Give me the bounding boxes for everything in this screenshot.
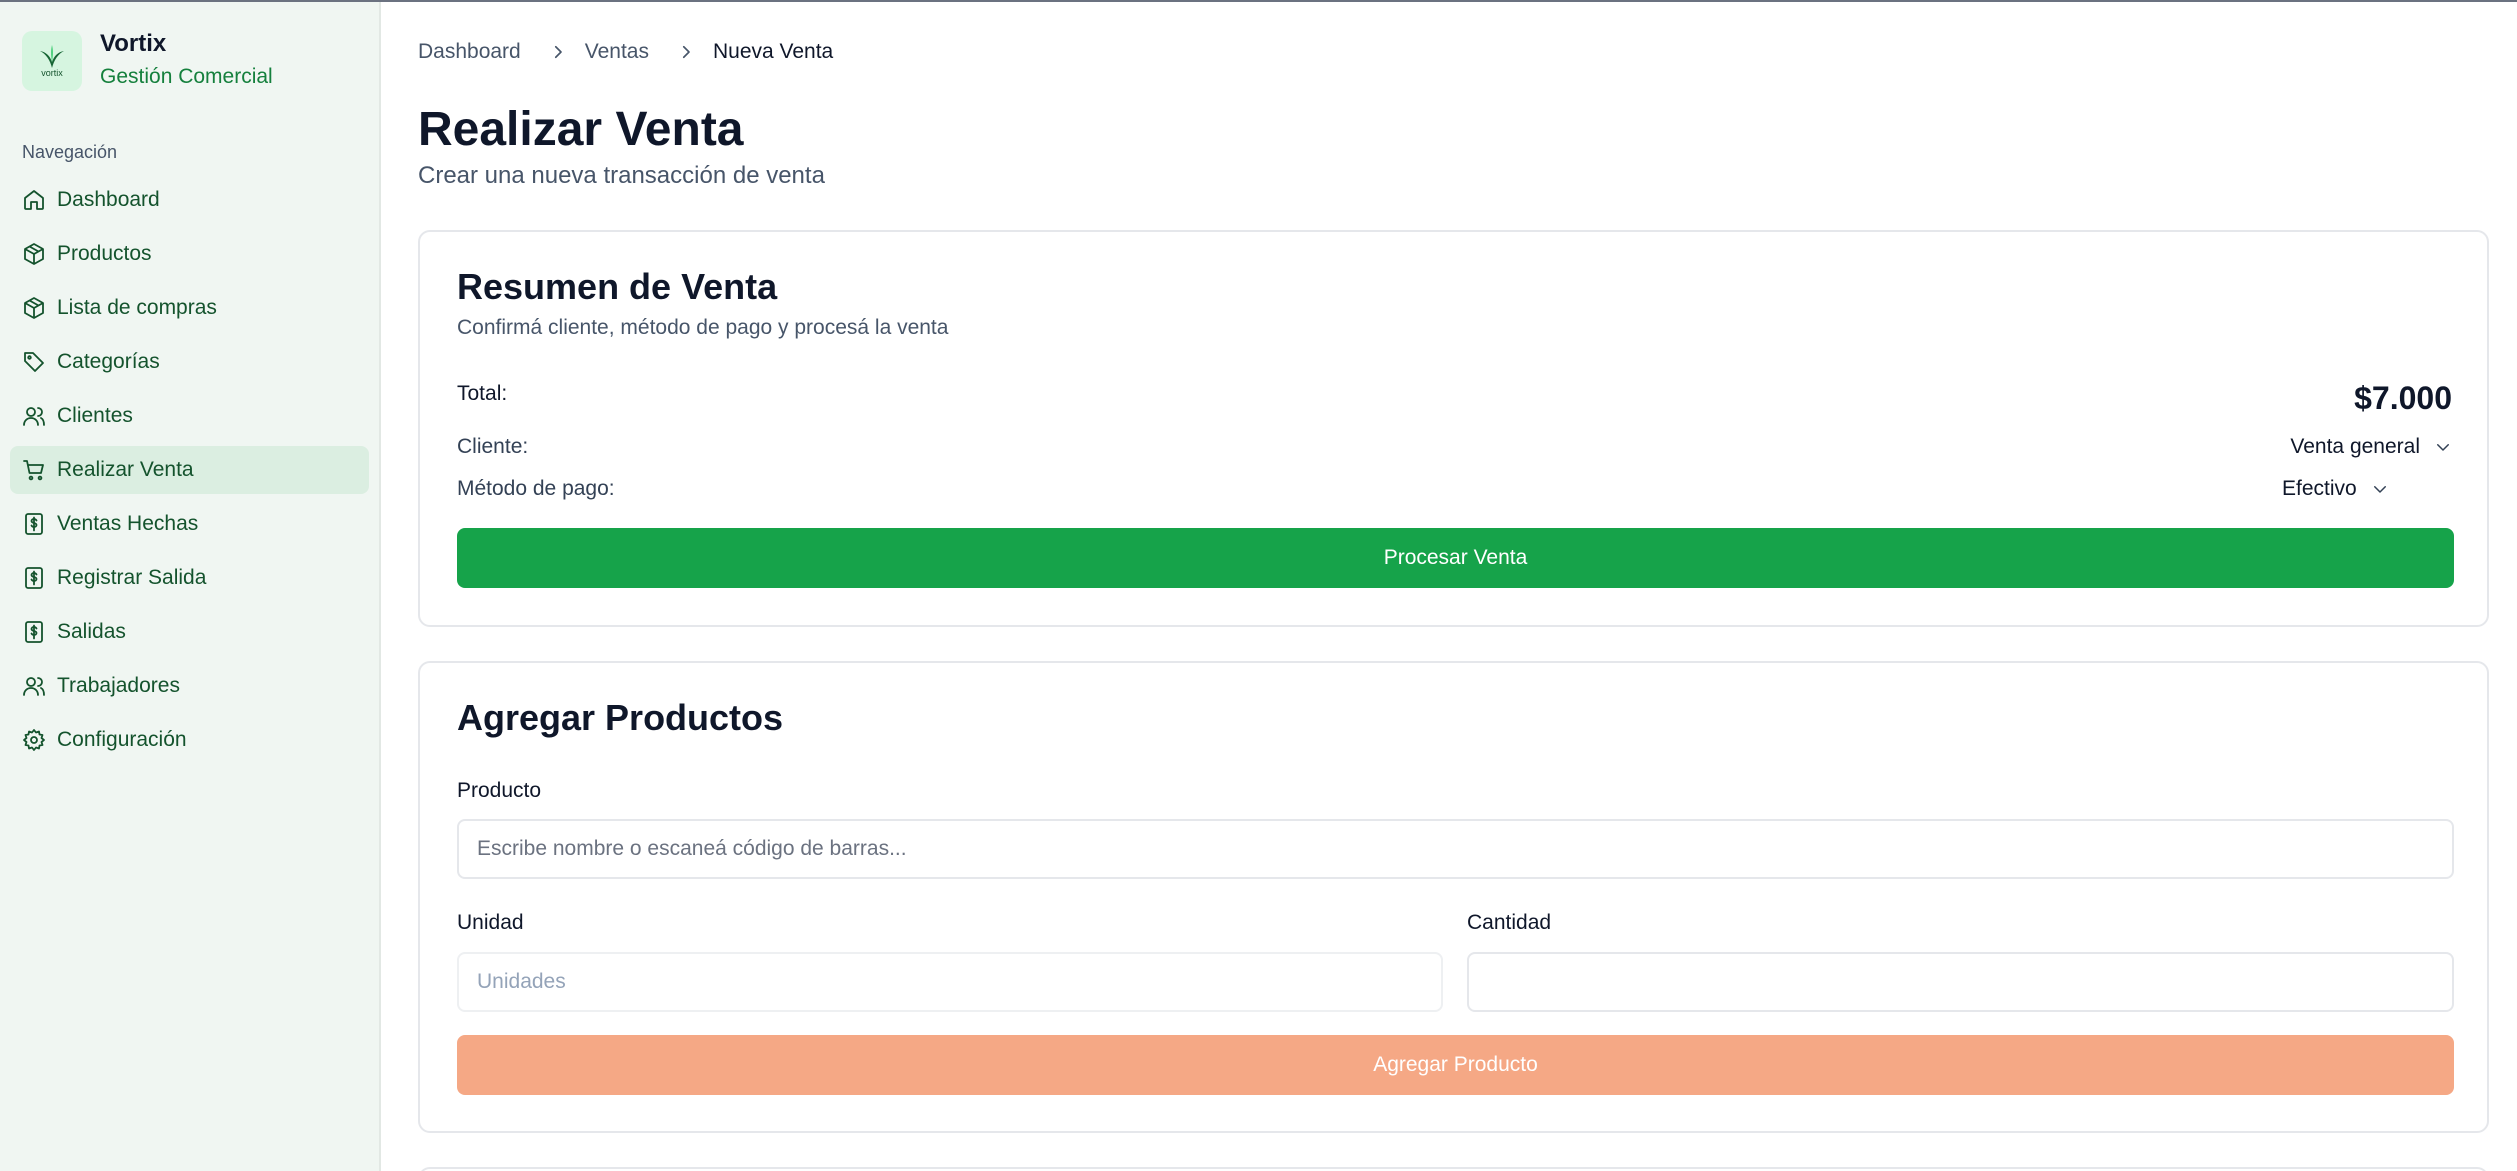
sidebar-item-label: Registrar Salida	[57, 566, 207, 589]
sidebar-item-trabajadores[interactable]: Trabajadores	[10, 662, 369, 710]
sidebar-item-ventas-hechas[interactable]: Ventas Hechas	[10, 500, 369, 548]
next-card	[418, 1167, 2489, 1171]
summary-subtitle: Confirmá cliente, método de pago y proce…	[457, 316, 949, 339]
brand[interactable]: vortix Vortix Gestión Comercial	[22, 29, 273, 92]
client-select-value: Venta general	[2290, 435, 2420, 458]
gear-icon	[23, 729, 45, 751]
logo-text: vortix	[41, 67, 63, 78]
summary-title: Resumen de Venta	[457, 266, 778, 307]
home-icon	[24, 190, 44, 210]
breadcrumb-dashboard[interactable]: Dashboard	[418, 40, 521, 64]
breadcrumb: Dashboard Ventas Nueva Venta	[418, 40, 833, 64]
product-search-input[interactable]	[457, 819, 2454, 879]
dollar-doc-icon	[25, 513, 43, 535]
sidebar-item-clientes[interactable]: Clientes	[10, 392, 369, 440]
sidebar-nav: Dashboard Productos Lista de compras Cat…	[10, 176, 369, 770]
sidebar-item-label: Clientes	[57, 404, 133, 427]
sale-summary-card: Resumen de Venta Confirmá cliente, métod…	[418, 230, 2489, 627]
brand-subtitle: Gestión Comercial	[100, 65, 273, 88]
breadcrumb-current: Nueva Venta	[712, 40, 834, 63]
sidebar-item-label: Productos	[57, 242, 152, 265]
page-title: Realizar Venta	[418, 103, 744, 156]
payment-method-value: Efectivo	[2282, 477, 2357, 500]
product-label: Producto	[457, 779, 542, 802]
sidebar-item-configuracion[interactable]: Configuración	[10, 716, 369, 764]
brand-name: Vortix	[100, 30, 167, 57]
sidebar-item-label: Realizar Venta	[57, 458, 194, 481]
logo: vortix	[22, 30, 82, 91]
sidebar-item-productos[interactable]: Productos	[10, 230, 369, 278]
unit-value: Unidades	[477, 970, 566, 993]
client-select[interactable]: Venta general	[2290, 435, 2452, 459]
process-sale-button[interactable]: Procesar Venta	[457, 528, 2454, 588]
dollar-doc-icon	[25, 621, 43, 643]
quantity-label: Cantidad	[1467, 911, 1552, 934]
users-icon	[23, 677, 45, 696]
quantity-input[interactable]	[1467, 952, 2454, 1012]
tag-icon	[24, 352, 44, 372]
sidebar-item-label: Dashboard	[57, 188, 160, 211]
payment-method-select[interactable]: Efectivo	[2282, 477, 2389, 501]
payment-method-label: Método de pago:	[457, 477, 615, 500]
sidebar-item-label: Categorías	[57, 350, 160, 373]
sidebar-item-label: Ventas Hechas	[57, 512, 199, 535]
unit-label: Unidad	[457, 911, 524, 934]
nav-heading: Navegación	[22, 142, 118, 162]
total-value: $7.000	[2354, 380, 2452, 416]
add-products-title: Agregar Productos	[457, 697, 784, 738]
sidebar-item-salidas[interactable]: Salidas	[10, 608, 369, 656]
box-icon	[24, 297, 44, 319]
client-label: Cliente:	[457, 435, 529, 458]
total-label: Total:	[457, 382, 508, 405]
sidebar-item-lista-de-compras[interactable]: Lista de compras	[10, 284, 369, 332]
sidebar-item-dashboard[interactable]: Dashboard	[10, 176, 369, 224]
page-subtitle: Crear una nueva transacción de venta	[418, 162, 825, 189]
sidebar-item-label: Configuración	[57, 728, 187, 751]
sidebar-item-label: Salidas	[57, 620, 126, 643]
sidebar-item-label: Lista de compras	[57, 296, 217, 319]
sidebar: vortix Vortix Gestión Comercial Navegaci…	[0, 2, 381, 1171]
box-icon	[24, 243, 44, 265]
chevron-down-icon	[2437, 444, 2449, 451]
sidebar-item-label: Trabajadores	[57, 674, 180, 697]
unit-field[interactable]: Unidades	[457, 952, 1443, 1012]
chevron-right-icon	[549, 43, 567, 61]
chevron-down-icon	[2373, 486, 2386, 493]
add-product-button[interactable]: Agregar Producto	[457, 1035, 2454, 1095]
sidebar-item-categorias[interactable]: Categorías	[10, 338, 369, 386]
dollar-doc-icon	[25, 567, 43, 589]
add-products-card: Agregar Productos Producto Unidad Unidad…	[418, 661, 2489, 1133]
users-icon	[23, 407, 45, 426]
breadcrumb-ventas[interactable]: Ventas	[585, 40, 649, 64]
cart-icon	[23, 460, 44, 481]
leaf-logo-icon	[40, 44, 64, 68]
chevron-right-icon	[677, 43, 695, 61]
sidebar-item-realizar-venta[interactable]: Realizar Venta	[10, 446, 369, 494]
sidebar-item-registrar-salida[interactable]: Registrar Salida	[10, 554, 369, 602]
